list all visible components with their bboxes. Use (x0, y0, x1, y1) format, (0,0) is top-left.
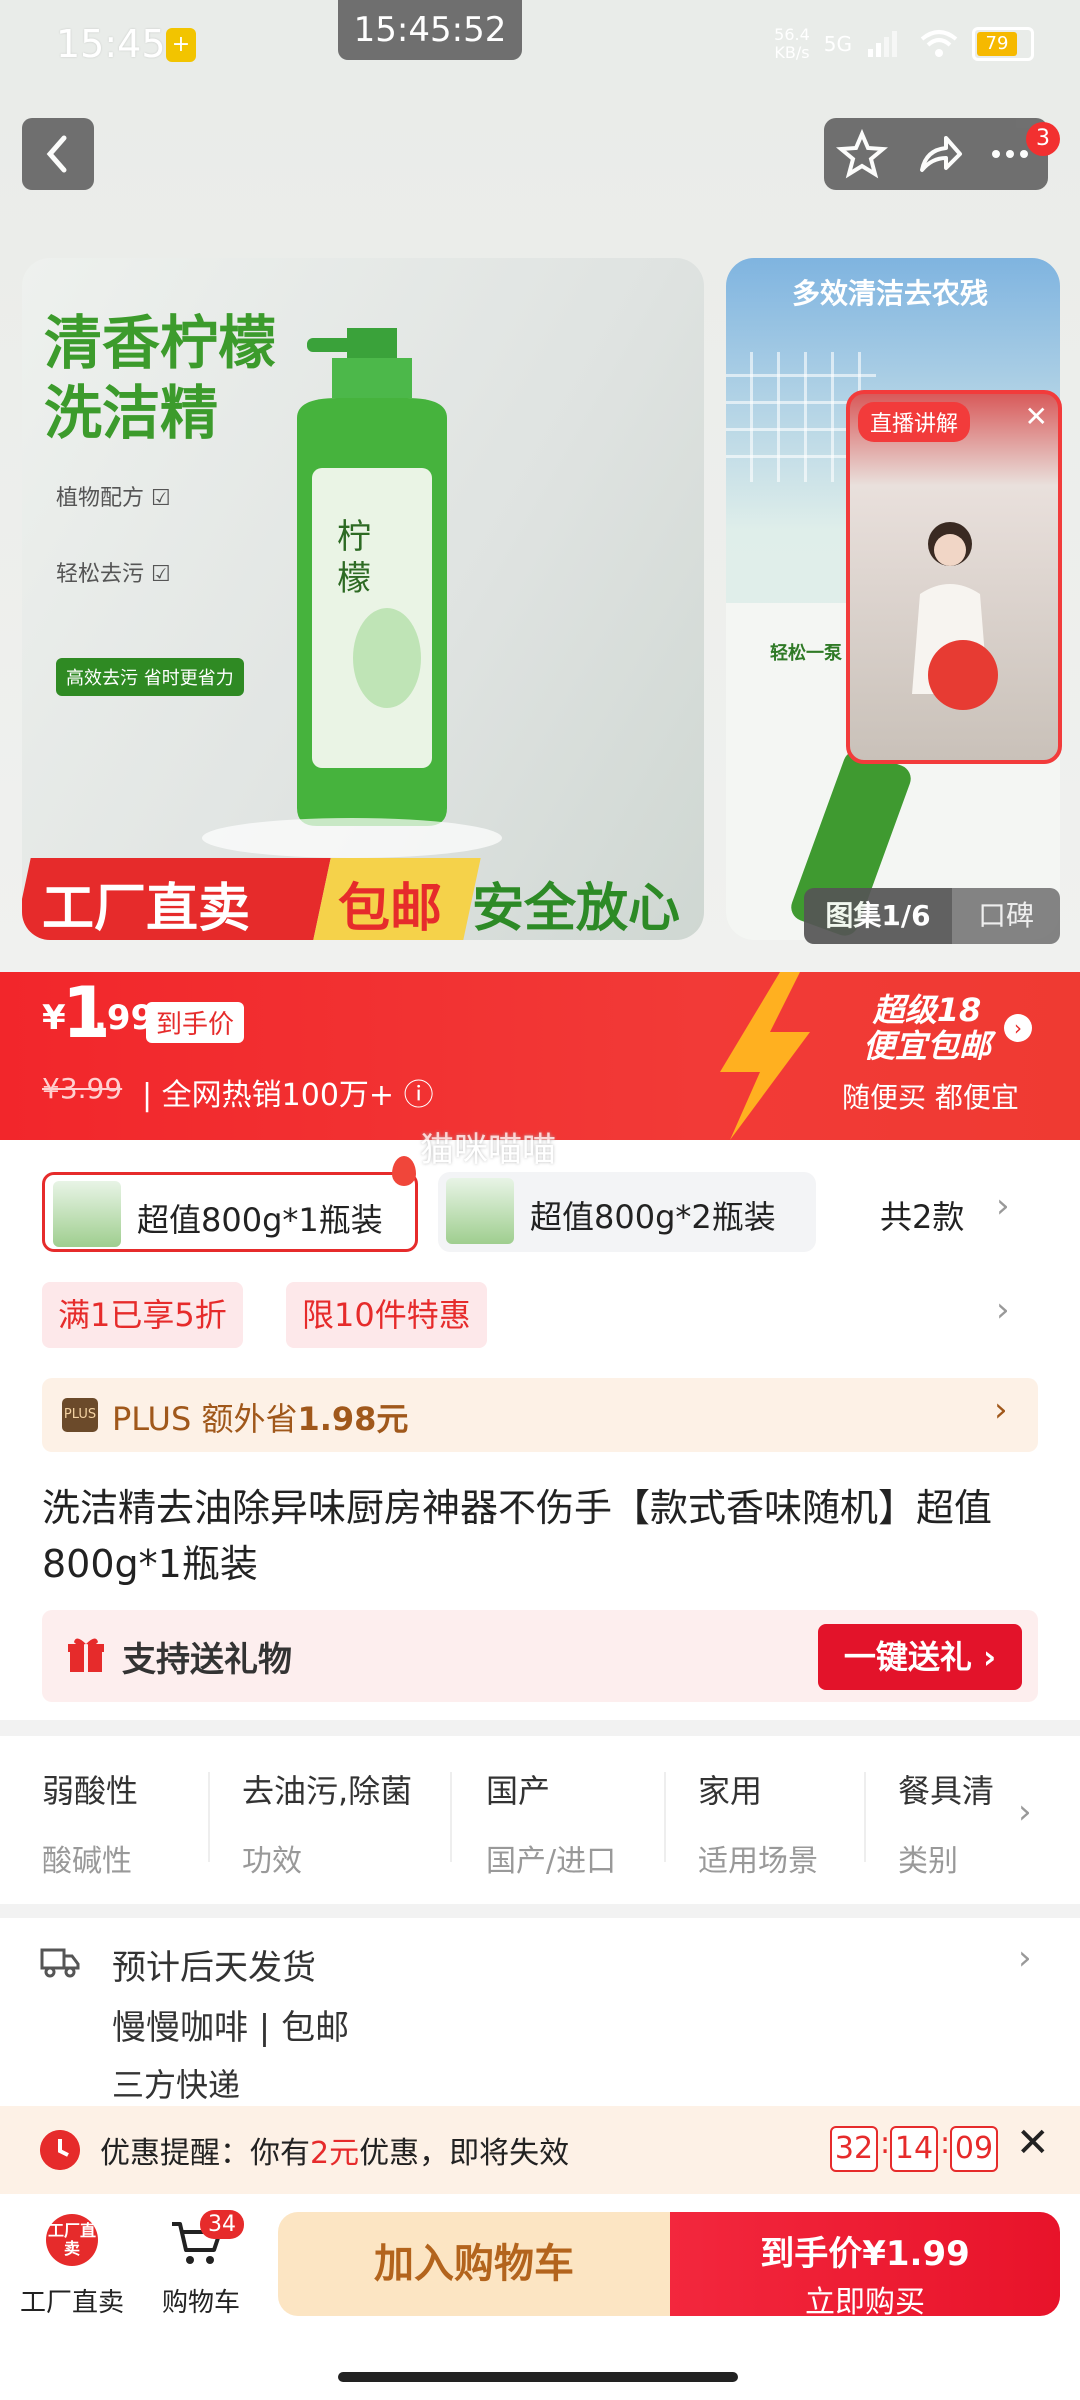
buy-now-button[interactable]: 到手价¥1.99 立即购买 (670, 2212, 1060, 2320)
hot-icon (392, 1156, 416, 1186)
net-speed: 56.4 KB/s (774, 25, 810, 62)
courier: 三方快递 (112, 2066, 241, 2104)
chevron-right-icon: › (994, 1390, 1008, 1430)
banner-free-shipping: 包邮 (338, 879, 443, 939)
spec-thumbnail (53, 1181, 121, 1247)
spec-thumbnail (446, 1178, 514, 1244)
main-product-image[interactable]: 清香柠檬 洗洁精 植物配方 ☑ 轻松去污 ☑ 高效去污 省时更省力 柠 檬 工厂直… (22, 258, 704, 940)
live-tag: 直播讲解 (858, 402, 971, 442)
cart-label[interactable]: 购物车 (162, 2282, 240, 2319)
factory-store-label[interactable]: 工厂直卖 (20, 2282, 124, 2319)
reminder-text: 优惠提醒：你有2元优惠，即将失效 (100, 2136, 570, 2171)
attribute-item: 国产 国产/进口 (486, 1772, 617, 1879)
network-type: 5G (823, 32, 852, 56)
signal-icon (868, 31, 897, 57)
top-actions (824, 118, 1048, 190)
timer-hours: 32 (830, 2126, 878, 2172)
coupon-reminder[interactable]: 优惠提醒：你有2元优惠，即将失效 32 : 14 : 09 ✕ (0, 2106, 1080, 2194)
discount-tag[interactable]: 满1已享5折 (42, 1282, 243, 1348)
chevron-right-icon: › (1018, 1792, 1032, 1832)
side-image-title: 多效清洁去农残 (792, 277, 989, 310)
home-indicator[interactable] (338, 2372, 738, 2382)
limit-tag[interactable]: 限10件特惠 (286, 1282, 487, 1348)
price-banner: ¥ 1 .99 到手价 ¥3.99 | 全网热销100万+ ⓘ 超级18 便宜包邮… (0, 972, 1080, 1140)
wifi-icon (920, 30, 958, 57)
gift-label: 支持送礼物 (122, 1640, 292, 1680)
gift-bar: 支持送礼物 一键送礼 › (42, 1610, 1038, 1702)
attribute-item: 弱酸性 酸碱性 (42, 1772, 139, 1879)
chevron-right-icon[interactable]: › (996, 1290, 1010, 1330)
sim-icon: + (166, 28, 196, 62)
spec-option-selected[interactable]: 超值800g*1瓶装 (42, 1172, 418, 1252)
shipping-info[interactable]: 预计后天发货 慢慢咖啡 | 包邮 三方快递 › (0, 1918, 1080, 2118)
mascot-illustration (928, 640, 998, 710)
spec-label: 超值800g*1瓶装 (137, 1201, 383, 1239)
lightning-icon (720, 972, 810, 1140)
cart-badge: 34 (200, 2210, 244, 2239)
close-icon[interactable]: ✕ (1025, 400, 1048, 433)
truck-icon (40, 1948, 80, 1978)
delivery-estimate: 预计后天发货 (112, 1948, 316, 1988)
shop-shipping: 慢慢咖啡 | 包邮 (112, 2008, 350, 2048)
sales-count[interactable]: | 全网热销100万+ ⓘ (142, 1070, 434, 1114)
status-time: 15:45 (56, 22, 166, 66)
bottom-action-bar: 工厂直卖 工厂直卖 34 购物车 加入购物车 到手价¥1.99 立即购买 (0, 2194, 1080, 2400)
promo-subtitle: 随便买 都便宜 (842, 1081, 1019, 1114)
watermark: 猫咪喵喵 (420, 1130, 556, 1170)
image-banner: 工厂直卖 包邮 安全放心 (22, 858, 704, 940)
side-image-subtitle: 轻松一泵 (770, 643, 842, 664)
svg-text:柠: 柠 (337, 517, 371, 557)
battery-icon: 79 (972, 27, 1034, 61)
price-label: 到手价 (146, 1002, 245, 1043)
attributes-row[interactable]: 弱酸性 酸碱性 去油污,除菌 功效 国产 国产/进口 家用 适用场景 餐具清 类别 › (0, 1736, 1080, 1904)
status-indicators: 56.4 KB/s 5G 79 (774, 26, 1034, 62)
plus-savings-bar[interactable]: PLUS PLUS 额外省1.98元 › (42, 1378, 1038, 1452)
clock-icon (40, 2130, 80, 2170)
chevron-right-icon: › (1018, 1938, 1032, 1978)
spec-count[interactable]: 共2款 (880, 1192, 964, 1238)
timer-seconds: 09 (950, 2126, 998, 2172)
product-pedestal (202, 818, 502, 858)
live-stream-window[interactable]: 直播讲解 ✕ (846, 390, 1062, 764)
factory-store-icon[interactable]: 工厂直卖 (46, 2214, 98, 2266)
original-price: ¥3.99 (42, 1072, 123, 1105)
product-title: 洗洁精去油除异味厨房神器不伤手【款式香味随机】超值800g*1瓶装 (42, 1486, 993, 1586)
banner-factory: 工厂直卖 (42, 879, 251, 939)
chevron-right-icon[interactable]: › (996, 1186, 1010, 1226)
attribute-item: 家用 适用场景 (698, 1772, 818, 1879)
close-icon[interactable]: ✕ (1016, 2120, 1050, 2166)
message-badge: 3 (1026, 122, 1060, 156)
add-to-cart-button[interactable]: 加入购物车 (278, 2212, 670, 2316)
image-feature: 植物配方 ☑ (56, 486, 171, 511)
image-feature-badge: 高效去污 省时更省力 (56, 658, 244, 696)
chevron-right-icon: › (1004, 1014, 1032, 1042)
banner-safe: 安全放心 (472, 879, 681, 939)
plus-text: PLUS 额外省1.98元 (112, 1400, 409, 1438)
gallery-counter[interactable]: 图集1/6 (804, 888, 952, 944)
attribute-item: 去油污,除菌 功效 (242, 1772, 413, 1879)
favorite-star-icon[interactable] (836, 128, 888, 180)
reviews-tab[interactable]: 口碑 (952, 888, 1060, 944)
back-button[interactable] (22, 118, 94, 190)
attribute-item: 餐具清 类别 (898, 1772, 995, 1879)
share-icon[interactable] (914, 128, 966, 180)
image-title: 清香柠檬 洗洁精 (44, 309, 277, 447)
bottle-illustration: 柠 檬 (297, 328, 447, 826)
spec-label: 超值800g*2瓶装 (530, 1198, 776, 1236)
send-gift-button[interactable]: 一键送礼 › (818, 1624, 1022, 1690)
promo-title[interactable]: 超级18 便宜包邮 (842, 992, 1012, 1064)
back-arrow-icon (46, 135, 67, 173)
screen-recording-time: 15:45:52 (338, 0, 522, 60)
svg-text:檬: 檬 (337, 559, 371, 599)
gift-icon (68, 1638, 104, 1672)
plus-logo: PLUS (62, 1398, 98, 1432)
spec-option[interactable]: 超值800g*2瓶装 (438, 1172, 816, 1252)
timer-minutes: 14 (890, 2126, 938, 2172)
image-feature: 轻松去污 ☑ (56, 562, 171, 587)
